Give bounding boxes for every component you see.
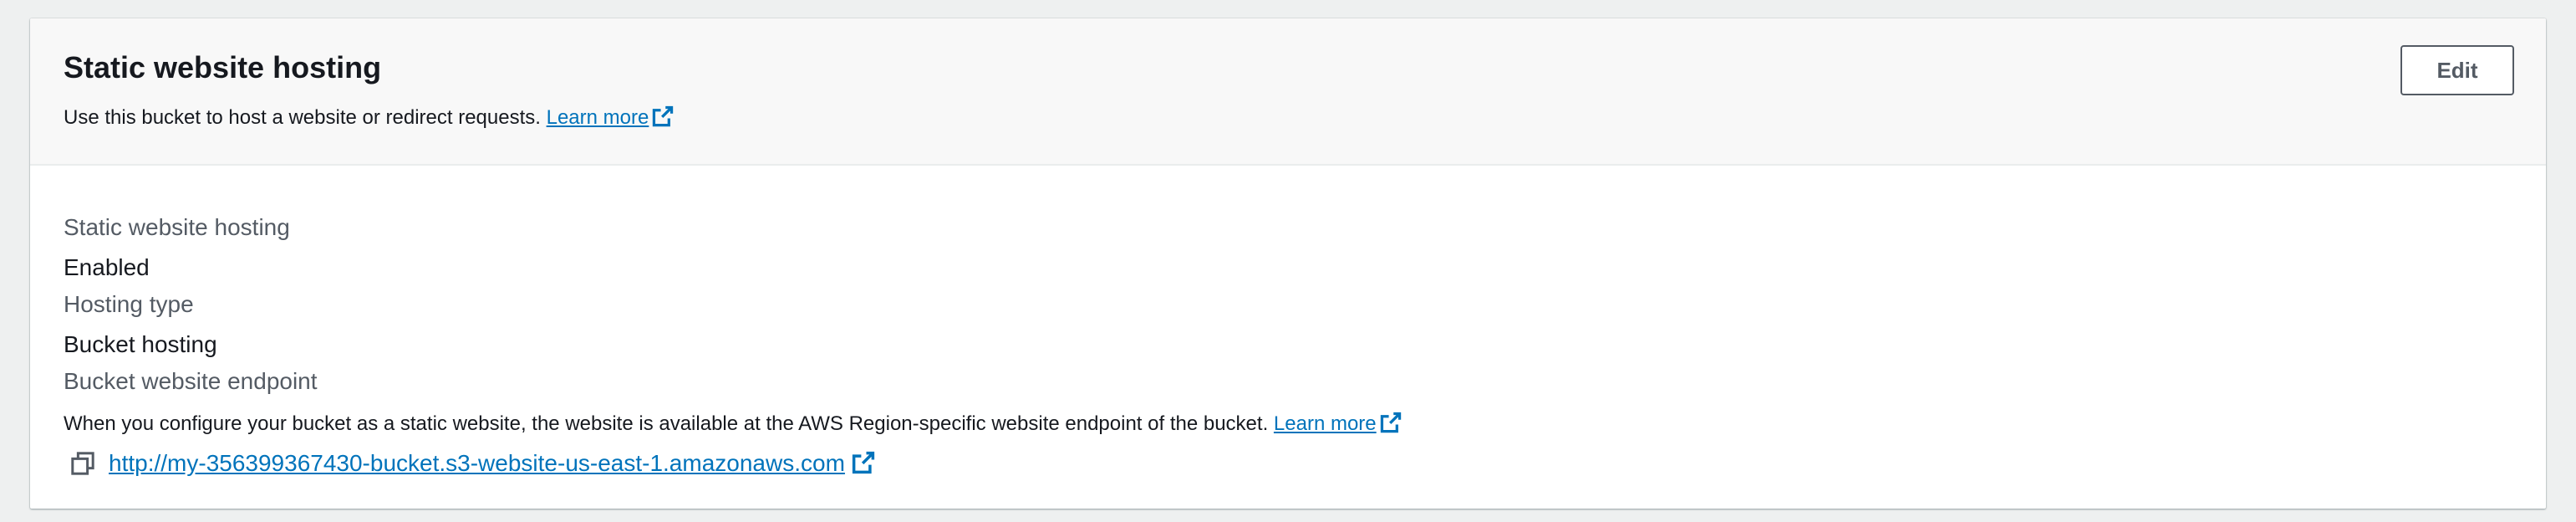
static-website-hosting-panel: Static website hosting Use this bucket t… — [30, 18, 2546, 509]
external-link-icon — [1380, 412, 1401, 433]
endpoint-description-text: When you configure your bucket as a stat… — [64, 412, 1269, 435]
panel-subtitle: Use this bucket to host a website or red… — [64, 105, 674, 130]
hosting-value: Enabled — [64, 254, 150, 280]
hosting-label: Static website hosting — [64, 214, 290, 240]
endpoint-url-text: http://my-356399367430-bucket.s3-website… — [109, 450, 845, 476]
edit-button[interactable]: Edit — [2400, 45, 2514, 95]
endpoint-url-link[interactable]: http://my-356399367430-bucket.s3-website… — [109, 450, 875, 477]
endpoint-label: Bucket website endpoint — [64, 368, 318, 394]
learn-more-link[interactable]: Learn more — [546, 105, 675, 129]
hosting-type-label: Hosting type — [64, 291, 194, 317]
learn-more-label: Learn more — [546, 106, 649, 129]
endpoint-url-row: http://my-356399367430-bucket.s3-website… — [70, 450, 875, 477]
endpoint-description: When you configure your bucket as a stat… — [64, 412, 1402, 436]
external-link-icon — [852, 451, 875, 474]
panel-header: Static website hosting Use this bucket t… — [30, 18, 2546, 166]
endpoint-learn-more-link[interactable]: Learn more — [1274, 412, 1402, 435]
subtitle-text: Use this bucket to host a website or red… — [64, 106, 541, 129]
panel-title: Static website hosting — [64, 50, 382, 84]
endpoint-learn-more-label: Learn more — [1273, 412, 1377, 435]
external-link-icon — [653, 105, 674, 127]
copy-icon[interactable] — [70, 451, 95, 476]
hosting-type-value: Bucket hosting — [64, 331, 217, 357]
